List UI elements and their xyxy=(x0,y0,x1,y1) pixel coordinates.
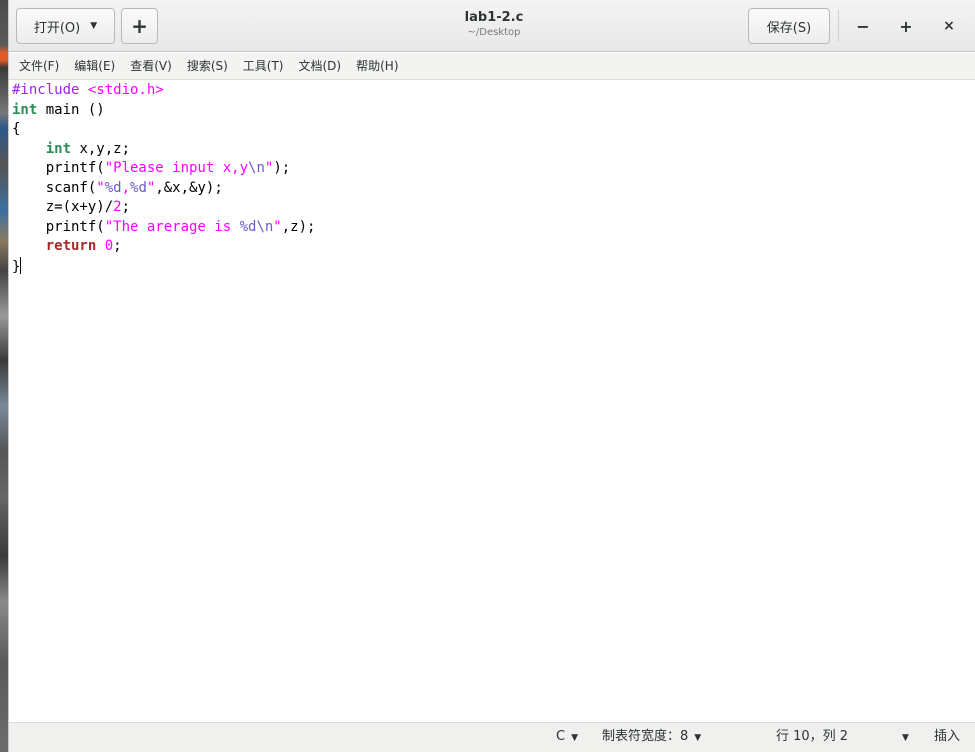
tab-width-selector[interactable]: 制表符宽度：8 ▼ xyxy=(602,723,701,752)
document-title: lab1-2.c xyxy=(464,10,524,25)
insert-mode-label: 插入 xyxy=(934,729,961,744)
chevron-down-icon: ▼ xyxy=(571,733,578,743)
desktop-background-strip xyxy=(0,0,8,752)
code-line[interactable]: scanf("%d,%d",&x,&y); xyxy=(12,179,223,199)
code-editor[interactable]: #include <stdio.h> int main (){ int x,y,z… xyxy=(9,80,975,722)
plus-icon: + xyxy=(131,14,148,38)
close-button[interactable]: × xyxy=(937,14,961,38)
code-line[interactable]: z=(x+y)/2; xyxy=(12,198,130,218)
language-label: C xyxy=(556,729,566,744)
save-button[interactable]: 保存(S) xyxy=(748,8,830,44)
status-bar: C ▼ 制表符宽度：8 ▼ 行 10，列 2 ▼ 插入 xyxy=(9,722,975,752)
code-line[interactable]: } xyxy=(12,256,22,277)
cursor-position-label: 行 10，列 2 xyxy=(776,729,849,744)
code-line[interactable]: return 0; xyxy=(12,237,122,257)
maximize-button[interactable]: + xyxy=(894,14,918,38)
minimize-icon: − xyxy=(856,16,870,36)
language-selector[interactable]: C ▼ xyxy=(556,723,578,752)
close-icon: × xyxy=(943,18,955,34)
menu-view[interactable]: 查看(V) xyxy=(130,53,172,80)
chevron-down-icon: ▼ xyxy=(694,733,702,743)
header-bar: 打开(O) ▼ + lab1-2.c ~/Desktop 保存(S) − + × xyxy=(9,0,975,52)
gedit-window: 打开(O) ▼ + lab1-2.c ~/Desktop 保存(S) − + ×… xyxy=(8,0,975,752)
code-line[interactable]: printf("Please input x,y\n"); xyxy=(12,159,290,179)
menu-tools[interactable]: 工具(T) xyxy=(243,53,284,80)
chevron-down-icon: ▼ xyxy=(902,733,909,743)
menu-edit[interactable]: 编辑(E) xyxy=(74,53,115,80)
code-line[interactable]: #include <stdio.h> xyxy=(12,81,164,101)
tab-width-label: 制表符宽度：8 xyxy=(602,729,689,744)
menu-help[interactable]: 帮助(H) xyxy=(356,53,398,80)
insert-mode[interactable]: 插入 xyxy=(934,723,960,752)
insert-mode-dropdown[interactable]: ▼ xyxy=(896,723,909,752)
document-path: ~/Desktop xyxy=(467,27,521,38)
code-line[interactable]: printf("The arerage is %d\n",z); xyxy=(12,218,316,238)
menu-documents[interactable]: 文档(D) xyxy=(299,53,342,80)
maximize-icon: + xyxy=(899,16,913,36)
minimize-button[interactable]: − xyxy=(851,14,875,38)
menu-search[interactable]: 搜索(S) xyxy=(187,53,228,80)
header-separator xyxy=(838,10,839,42)
window-title-area: lab1-2.c ~/Desktop xyxy=(389,10,599,40)
chevron-down-icon: ▼ xyxy=(90,21,98,31)
save-button-label: 保存(S) xyxy=(766,20,812,36)
text-cursor xyxy=(20,256,22,274)
open-button-label: 打开(O) xyxy=(33,20,81,36)
new-document-button[interactable]: + xyxy=(121,8,158,44)
cursor-position[interactable]: 行 10，列 2 xyxy=(776,723,848,752)
menu-bar: 文件(F) 编辑(E) 查看(V) 搜索(S) 工具(T) 文档(D) 帮助(H… xyxy=(9,53,975,80)
menu-file[interactable]: 文件(F) xyxy=(19,53,59,80)
code-line[interactable]: int x,y,z; xyxy=(12,140,130,160)
code-line[interactable]: int main () xyxy=(12,101,105,121)
code-line[interactable]: { xyxy=(12,120,20,140)
open-button[interactable]: 打开(O) ▼ xyxy=(16,8,115,44)
